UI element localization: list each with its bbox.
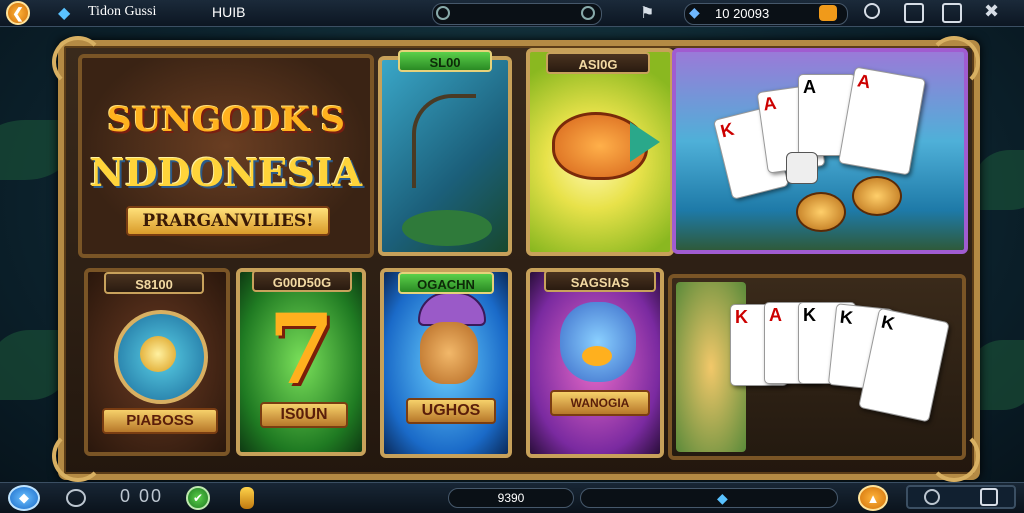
top-bar: ❮ ◆ Tidon Gussi HUIB ⚑ ◆ 10 20093 ✖ bbox=[0, 0, 1024, 27]
slot7-tag: G00D50G bbox=[252, 270, 352, 292]
coin-icon bbox=[240, 487, 254, 509]
hero-title-line1: SUNGODK'S bbox=[107, 100, 345, 140]
home-button[interactable]: ◆ bbox=[8, 485, 40, 511]
character-face-icon bbox=[420, 322, 478, 384]
center-value: 9390 bbox=[497, 491, 525, 505]
dice-icon bbox=[786, 152, 818, 184]
bottom-progress-bar: ◆ bbox=[580, 488, 838, 508]
hat-game-label: UGHOS bbox=[406, 398, 496, 424]
gold-coin-icon bbox=[140, 336, 176, 372]
profile-icon[interactable] bbox=[924, 489, 940, 505]
hero-subtitle: PRARGANVILIES! bbox=[126, 206, 330, 236]
game-tile-slot7[interactable]: 7 IS0UN bbox=[236, 268, 366, 456]
game-tile-poker[interactable]: K A A A bbox=[672, 48, 968, 254]
fish-tag: ASI0G bbox=[546, 52, 650, 74]
orb-game-label: PIABOSS bbox=[102, 408, 218, 434]
settings-icon[interactable] bbox=[942, 3, 962, 23]
lucky-seven-icon: 7 bbox=[268, 293, 335, 406]
game-tile-hat[interactable]: UGHOS bbox=[380, 268, 512, 458]
close-icon[interactable]: ✖ bbox=[984, 1, 999, 22]
game-tile-cards[interactable]: K A K K K bbox=[668, 274, 966, 460]
diamond-icon: ◆ bbox=[717, 490, 728, 506]
bottom-right-tools bbox=[906, 485, 1016, 509]
creature-tag: SAGSIAS bbox=[544, 270, 656, 292]
bottom-bar: ◆ 0 00 ✔ 9390 ◆ ▲ bbox=[0, 482, 1024, 513]
upgrade-button[interactable]: ▲ bbox=[858, 485, 888, 511]
back-arrow-icon: ❮ bbox=[12, 4, 24, 21]
gift-icon[interactable]: ⚑ bbox=[640, 3, 654, 23]
grid-icon[interactable] bbox=[980, 488, 998, 506]
balance-display: ◆ 10 20093 bbox=[684, 3, 848, 25]
back-button[interactable]: ❮ bbox=[6, 1, 30, 25]
hero-banner: SUNGODK'S NDDONESIA PRARGANVILIES! bbox=[78, 54, 374, 258]
shield-orb-icon bbox=[114, 310, 208, 404]
arrow-up-icon: ▲ bbox=[866, 490, 880, 506]
balance-value: 10 20093 bbox=[715, 6, 770, 21]
check-icon: ✔ bbox=[192, 491, 204, 505]
orb-tag: S8100 bbox=[104, 272, 204, 294]
creature-game-label: WANOGIA bbox=[550, 390, 650, 416]
toggle-left-icon bbox=[436, 6, 450, 20]
diamond-icon: ◆ bbox=[58, 5, 71, 22]
creature-face-icon bbox=[560, 302, 636, 382]
poker-chip-icon bbox=[852, 176, 902, 216]
hat-icon bbox=[418, 292, 486, 326]
slot7-game-label: IS0UN bbox=[260, 402, 348, 428]
player-name: Tidon Gussi bbox=[88, 4, 157, 19]
game-tile-orb[interactable]: PIABOSS bbox=[84, 268, 230, 456]
poker-chip-icon bbox=[796, 192, 846, 232]
chat-icon[interactable] bbox=[66, 489, 86, 507]
playing-card: A bbox=[838, 66, 926, 176]
fishing-tag: SL00 bbox=[398, 50, 492, 72]
toggle-right-icon bbox=[581, 6, 595, 20]
game-tile-fishing[interactable] bbox=[378, 56, 512, 256]
hero-title-line2: NDDONESIA bbox=[89, 150, 363, 195]
plant-icon bbox=[402, 210, 492, 246]
friends-icon[interactable]: 0 00 bbox=[120, 486, 163, 507]
game-tile-fish[interactable] bbox=[526, 48, 674, 256]
menu-icon[interactable] bbox=[904, 3, 924, 23]
fishing-rod-icon bbox=[412, 94, 476, 188]
beak-icon bbox=[582, 346, 612, 366]
hat-tag: OGACHN bbox=[398, 272, 494, 294]
player-label: HUIB bbox=[212, 4, 246, 20]
jungle-leaf-decor bbox=[975, 150, 1024, 210]
gem-icon: ◆ bbox=[689, 4, 700, 20]
game-tile-creature[interactable]: WANOGIA bbox=[526, 268, 664, 458]
check-button[interactable]: ✔ bbox=[186, 486, 210, 510]
center-value-display: 9390 bbox=[448, 488, 574, 508]
search-icon[interactable] bbox=[864, 3, 880, 19]
home-icon: ◆ bbox=[19, 490, 29, 505]
coin-add-icon[interactable] bbox=[819, 5, 837, 21]
search-bar[interactable] bbox=[432, 3, 602, 25]
fish-tail-icon bbox=[630, 122, 660, 162]
